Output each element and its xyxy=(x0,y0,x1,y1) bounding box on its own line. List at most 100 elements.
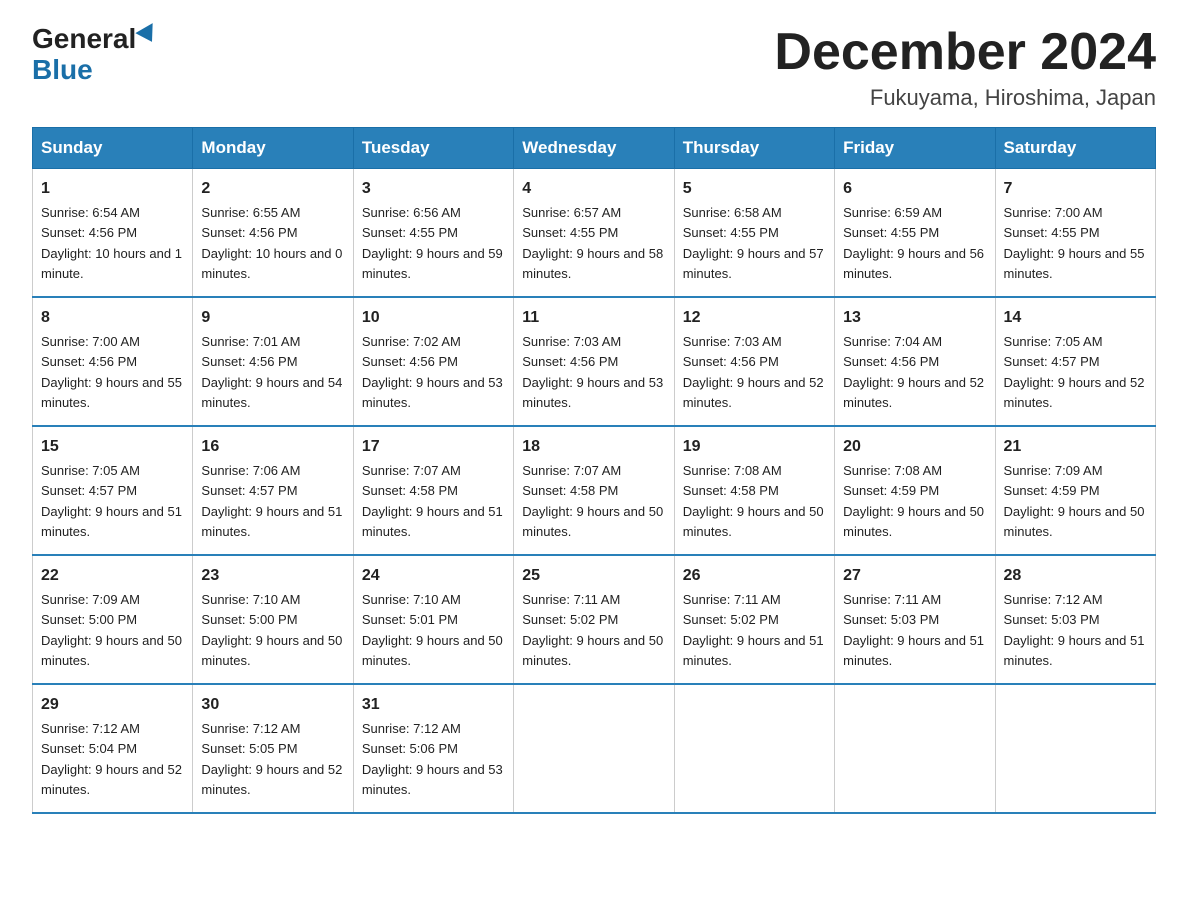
day-number: 22 xyxy=(41,564,184,588)
day-number: 20 xyxy=(843,435,986,459)
day-number: 11 xyxy=(522,306,665,330)
day-number: 21 xyxy=(1004,435,1147,459)
day-info: Sunrise: 7:03 AMSunset: 4:56 PMDaylight:… xyxy=(522,334,663,410)
day-cell: 15 Sunrise: 7:05 AMSunset: 4:57 PMDayligh… xyxy=(33,426,193,555)
month-title: December 2024 xyxy=(774,24,1156,81)
day-cell: 27 Sunrise: 7:11 AMSunset: 5:03 PMDayligh… xyxy=(835,555,995,684)
day-info: Sunrise: 7:06 AMSunset: 4:57 PMDaylight:… xyxy=(201,463,342,539)
day-info: Sunrise: 7:11 AMSunset: 5:03 PMDaylight:… xyxy=(843,592,984,668)
day-info: Sunrise: 7:02 AMSunset: 4:56 PMDaylight:… xyxy=(362,334,503,410)
day-info: Sunrise: 7:12 AMSunset: 5:06 PMDaylight:… xyxy=(362,721,503,797)
week-row-5: 29 Sunrise: 7:12 AMSunset: 5:04 PMDayligh… xyxy=(33,684,1156,813)
day-info: Sunrise: 7:10 AMSunset: 5:01 PMDaylight:… xyxy=(362,592,503,668)
day-number: 9 xyxy=(201,306,344,330)
header-row: SundayMondayTuesdayWednesdayThursdayFrid… xyxy=(33,128,1156,169)
day-cell: 14 Sunrise: 7:05 AMSunset: 4:57 PMDayligh… xyxy=(995,297,1155,426)
day-info: Sunrise: 7:12 AMSunset: 5:03 PMDaylight:… xyxy=(1004,592,1145,668)
day-cell: 20Sunrise: 7:08 AMSunset: 4:59 PMDayligh… xyxy=(835,426,995,555)
day-cell: 17 Sunrise: 7:07 AMSunset: 4:58 PMDayligh… xyxy=(353,426,513,555)
day-info: Sunrise: 7:11 AMSunset: 5:02 PMDaylight:… xyxy=(683,592,824,668)
day-cell: 7 Sunrise: 7:00 AMSunset: 4:55 PMDaylight… xyxy=(995,169,1155,298)
week-row-3: 15 Sunrise: 7:05 AMSunset: 4:57 PMDayligh… xyxy=(33,426,1156,555)
day-info: Sunrise: 7:07 AMSunset: 4:58 PMDaylight:… xyxy=(522,463,663,539)
day-cell: 24 Sunrise: 7:10 AMSunset: 5:01 PMDayligh… xyxy=(353,555,513,684)
day-cell: 30 Sunrise: 7:12 AMSunset: 5:05 PMDayligh… xyxy=(193,684,353,813)
day-info: Sunrise: 7:00 AMSunset: 4:56 PMDaylight:… xyxy=(41,334,182,410)
day-cell: 3 Sunrise: 6:56 AMSunset: 4:55 PMDaylight… xyxy=(353,169,513,298)
day-cell: 10 Sunrise: 7:02 AMSunset: 4:56 PMDayligh… xyxy=(353,297,513,426)
page-header: General Blue December 2024 Fukuyama, Hir… xyxy=(32,24,1156,111)
week-row-2: 8 Sunrise: 7:00 AMSunset: 4:56 PMDaylight… xyxy=(33,297,1156,426)
day-cell: 22 Sunrise: 7:09 AMSunset: 5:00 PMDayligh… xyxy=(33,555,193,684)
day-info: Sunrise: 6:58 AMSunset: 4:55 PMDaylight:… xyxy=(683,205,824,281)
day-info: Sunrise: 7:10 AMSunset: 5:00 PMDaylight:… xyxy=(201,592,342,668)
day-number: 16 xyxy=(201,435,344,459)
header-tuesday: Tuesday xyxy=(353,128,513,169)
day-cell: 4 Sunrise: 6:57 AMSunset: 4:55 PMDaylight… xyxy=(514,169,674,298)
day-cell: 28Sunrise: 7:12 AMSunset: 5:03 PMDayligh… xyxy=(995,555,1155,684)
day-cell: 25 Sunrise: 7:11 AMSunset: 5:02 PMDayligh… xyxy=(514,555,674,684)
day-info: Sunrise: 6:56 AMSunset: 4:55 PMDaylight:… xyxy=(362,205,503,281)
day-number: 14 xyxy=(1004,306,1147,330)
day-number: 29 xyxy=(41,693,184,717)
day-cell: 13 Sunrise: 7:04 AMSunset: 4:56 PMDayligh… xyxy=(835,297,995,426)
day-info: Sunrise: 7:05 AMSunset: 4:57 PMDaylight:… xyxy=(1004,334,1145,410)
day-info: Sunrise: 7:12 AMSunset: 5:05 PMDaylight:… xyxy=(201,721,342,797)
day-cell: 5Sunrise: 6:58 AMSunset: 4:55 PMDaylight… xyxy=(674,169,834,298)
day-info: Sunrise: 6:54 AMSunset: 4:56 PMDaylight:… xyxy=(41,205,182,281)
day-info: Sunrise: 6:59 AMSunset: 4:55 PMDaylight:… xyxy=(843,205,984,281)
day-cell: 11 Sunrise: 7:03 AMSunset: 4:56 PMDayligh… xyxy=(514,297,674,426)
day-number: 12 xyxy=(683,306,826,330)
day-info: Sunrise: 6:57 AMSunset: 4:55 PMDaylight:… xyxy=(522,205,663,281)
day-cell: 31 Sunrise: 7:12 AMSunset: 5:06 PMDayligh… xyxy=(353,684,513,813)
day-number: 1 xyxy=(41,177,184,201)
day-cell: 16 Sunrise: 7:06 AMSunset: 4:57 PMDayligh… xyxy=(193,426,353,555)
day-cell: 21 Sunrise: 7:09 AMSunset: 4:59 PMDayligh… xyxy=(995,426,1155,555)
logo-triangle-icon xyxy=(136,23,161,47)
day-info: Sunrise: 7:05 AMSunset: 4:57 PMDaylight:… xyxy=(41,463,182,539)
day-info: Sunrise: 7:08 AMSunset: 4:58 PMDaylight:… xyxy=(683,463,824,539)
day-number: 31 xyxy=(362,693,505,717)
header-sunday: Sunday xyxy=(33,128,193,169)
day-number: 4 xyxy=(522,177,665,201)
day-info: Sunrise: 7:09 AMSunset: 4:59 PMDaylight:… xyxy=(1004,463,1145,539)
header-wednesday: Wednesday xyxy=(514,128,674,169)
day-cell: 8 Sunrise: 7:00 AMSunset: 4:56 PMDaylight… xyxy=(33,297,193,426)
week-row-4: 22 Sunrise: 7:09 AMSunset: 5:00 PMDayligh… xyxy=(33,555,1156,684)
day-cell: 26Sunrise: 7:11 AMSunset: 5:02 PMDayligh… xyxy=(674,555,834,684)
day-info: Sunrise: 7:04 AMSunset: 4:56 PMDaylight:… xyxy=(843,334,984,410)
day-info: Sunrise: 7:09 AMSunset: 5:00 PMDaylight:… xyxy=(41,592,182,668)
day-number: 24 xyxy=(362,564,505,588)
day-info: Sunrise: 7:01 AMSunset: 4:56 PMDaylight:… xyxy=(201,334,342,410)
header-friday: Friday xyxy=(835,128,995,169)
day-number: 6 xyxy=(843,177,986,201)
day-cell: 9 Sunrise: 7:01 AMSunset: 4:56 PMDaylight… xyxy=(193,297,353,426)
day-cell: 19 Sunrise: 7:08 AMSunset: 4:58 PMDayligh… xyxy=(674,426,834,555)
day-cell xyxy=(674,684,834,813)
day-info: Sunrise: 7:07 AMSunset: 4:58 PMDaylight:… xyxy=(362,463,503,539)
day-number: 2 xyxy=(201,177,344,201)
day-info: Sunrise: 7:11 AMSunset: 5:02 PMDaylight:… xyxy=(522,592,663,668)
header-monday: Monday xyxy=(193,128,353,169)
day-number: 7 xyxy=(1004,177,1147,201)
day-number: 17 xyxy=(362,435,505,459)
day-number: 8 xyxy=(41,306,184,330)
day-number: 13 xyxy=(843,306,986,330)
header-thursday: Thursday xyxy=(674,128,834,169)
day-info: Sunrise: 7:12 AMSunset: 5:04 PMDaylight:… xyxy=(41,721,182,797)
location: Fukuyama, Hiroshima, Japan xyxy=(774,85,1156,111)
day-number: 25 xyxy=(522,564,665,588)
day-number: 15 xyxy=(41,435,184,459)
day-number: 3 xyxy=(362,177,505,201)
day-cell: 1 Sunrise: 6:54 AMSunset: 4:56 PMDaylight… xyxy=(33,169,193,298)
day-info: Sunrise: 7:00 AMSunset: 4:55 PMDaylight:… xyxy=(1004,205,1145,281)
day-number: 19 xyxy=(683,435,826,459)
day-info: Sunrise: 6:55 AMSunset: 4:56 PMDaylight:… xyxy=(201,205,342,281)
day-cell xyxy=(835,684,995,813)
day-number: 27 xyxy=(843,564,986,588)
day-number: 30 xyxy=(201,693,344,717)
day-cell: 29 Sunrise: 7:12 AMSunset: 5:04 PMDayligh… xyxy=(33,684,193,813)
week-row-1: 1 Sunrise: 6:54 AMSunset: 4:56 PMDaylight… xyxy=(33,169,1156,298)
day-number: 18 xyxy=(522,435,665,459)
day-number: 10 xyxy=(362,306,505,330)
